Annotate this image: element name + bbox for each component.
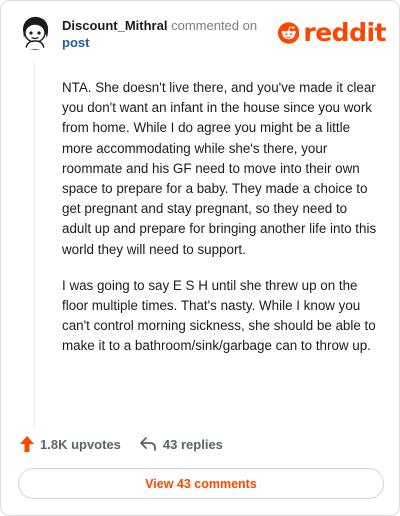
avatar[interactable] [17,14,53,50]
upvote-count: 1.8K upvotes [40,436,121,452]
reddit-logo[interactable]: reddit [278,16,386,50]
reddit-snoo-icon [278,22,300,44]
comment-card: Discount_Mithral commented on post reddi… [0,0,400,516]
view-comments-button[interactable]: View 43 comments [18,468,384,499]
replies-button[interactable]: 43 replies [139,436,223,452]
comment-paragraph: I was going to say E S H until she threw… [62,277,376,354]
comment-actions: 1.8K upvotes 43 replies [19,433,223,455]
thread-line[interactable] [34,61,35,429]
upvote-button[interactable]: 1.8K upvotes [19,435,121,453]
post-link[interactable]: post [62,35,89,51]
commented-on-label: commented on [171,18,258,33]
author-username[interactable]: Discount_Mithral [62,18,167,33]
snoo-avatar-icon [17,14,53,50]
reply-count: 43 replies [162,436,223,452]
comment-paragraph: NTA. She doesn't live there, and you've … [62,80,377,257]
comment-meta: Discount_Mithral commented on [62,17,272,35]
reply-arrow-icon [140,437,156,451]
upvote-arrow-icon [20,436,34,452]
comment-body: NTA. She doesn't live there, and you've … [62,78,377,373]
reddit-wordmark: reddit [303,18,386,47]
